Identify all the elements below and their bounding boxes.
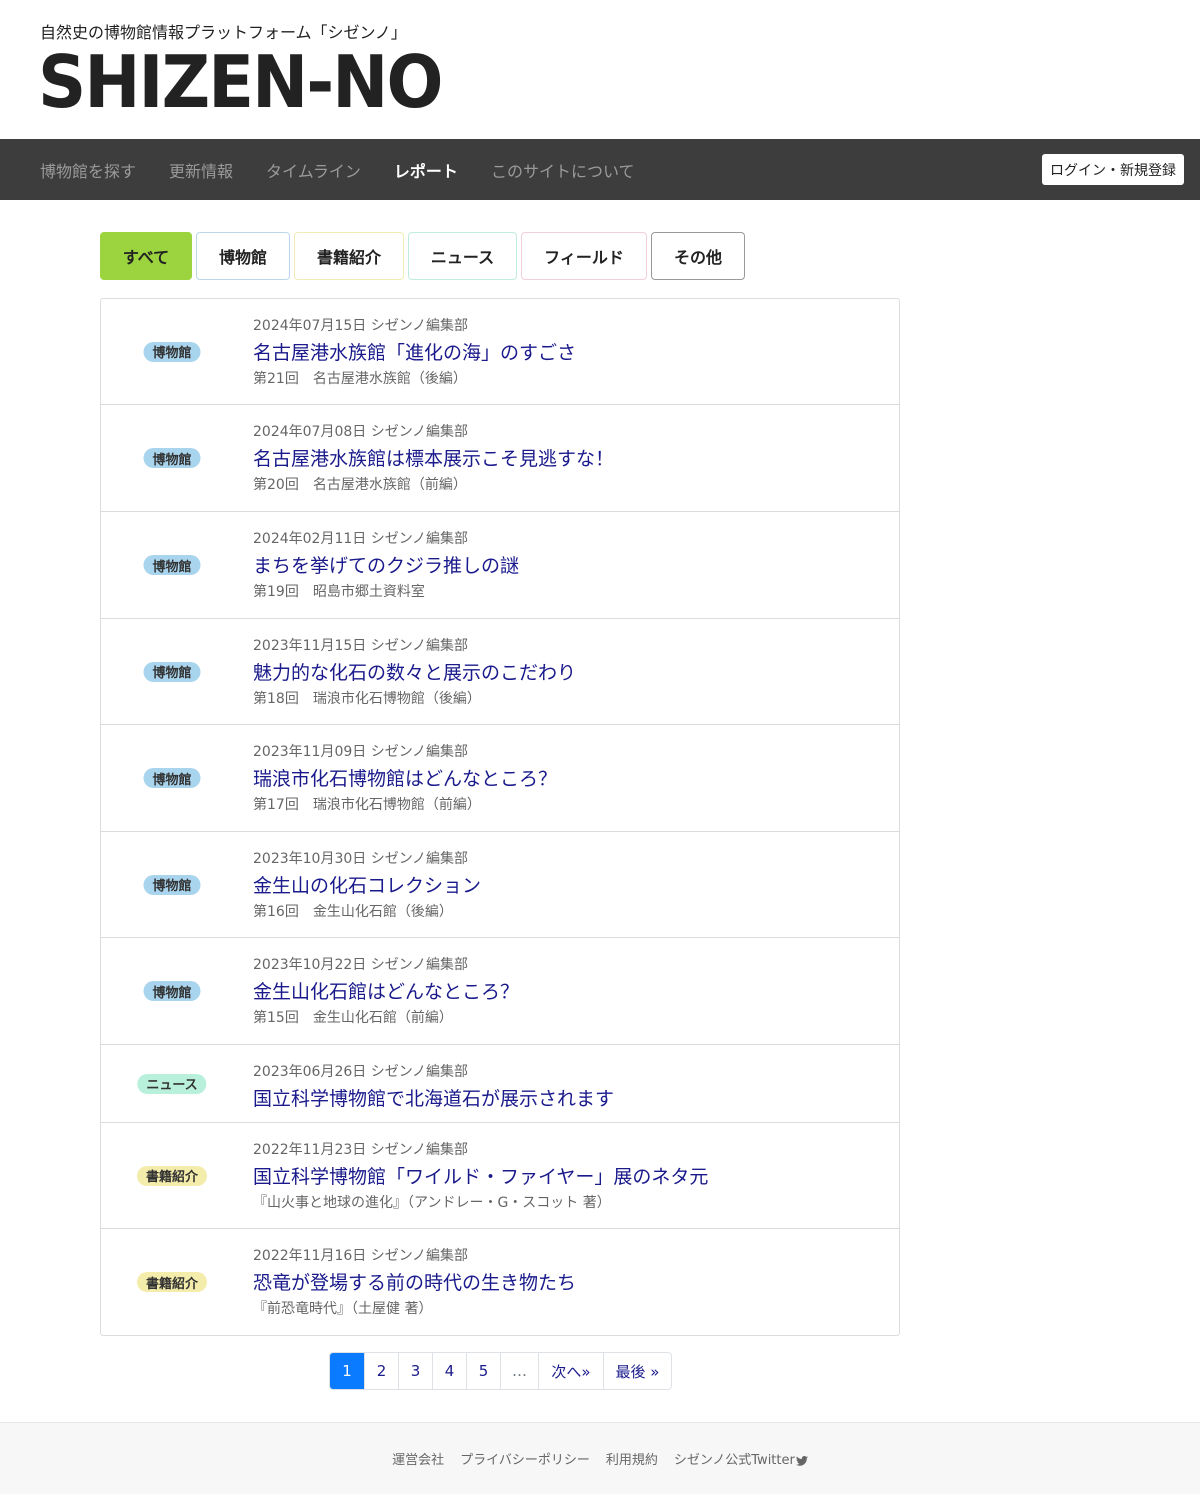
report-item-body: 2023年11月15日 シゼンノ編集部魅力的な化石の数々と展示のこだわり第18回… (253, 634, 576, 710)
report-subtitle: 第16回 金生山化石館（後編） (253, 904, 453, 920)
report-title-link[interactable]: 金生山の化石コレクション (253, 871, 481, 901)
report-list: 博物館 2024年07月15日 シゼンノ編集部名古屋港水族館「進化の海」のすごさ第… (100, 298, 900, 1336)
report-title-link[interactable]: 恐竜が登場する前の時代の生き物たち (253, 1268, 576, 1298)
report-meta: 2024年02月11日 シゼンノ編集部 (253, 531, 469, 547)
twitter-bird-icon (795, 1455, 808, 1466)
report-item[interactable]: 書籍紹介 2022年11月16日 シゼンノ編集部恐竜が登場する前の時代の生き物たち… (101, 1229, 899, 1335)
report-meta: 2022年11月23日 シゼンノ編集部 (253, 1142, 469, 1158)
report-item[interactable]: 博物館 2023年11月15日 シゼンノ編集部魅力的な化石の数々と展示のこだわり第… (101, 619, 899, 725)
report-subtitle: 第15回 金生山化石館（前編） (253, 1010, 453, 1026)
report-subtitle: 『山火事と地球の進化』（アンドレー・G・スコット 著） (253, 1195, 611, 1211)
footer-link-label: シゼンノ公式Twitter (673, 1453, 795, 1468)
report-subtitle: 第19回 昭島市郷土資料室 (253, 584, 425, 600)
report-subtitle: 第18回 瑞浪市化石博物館（後編） (253, 691, 481, 707)
nav-item[interactable]: レポート (394, 158, 458, 182)
report-item-body: 2024年07月15日 シゼンノ編集部名古屋港水族館「進化の海」のすごさ第21回… (253, 314, 576, 390)
report-item-body: 2023年06月26日 シゼンノ編集部国立科学博物館で北海道石が展示されます (253, 1060, 614, 1114)
report-meta: 2022年11月16日 シゼンノ編集部 (253, 1248, 469, 1264)
page-ellipsis: … (500, 1353, 538, 1389)
report-title-link[interactable]: 金生山化石館はどんなところ？ (253, 977, 519, 1007)
report-item-body: 2023年11月09日 シゼンノ編集部瑞浪市化石博物館はどんなところ？ 第17回 … (253, 740, 557, 816)
page-link[interactable]: 1 (330, 1353, 364, 1389)
category-filter-bar: すべて 博物館 書籍紹介 ニュース フィールド その他 (100, 232, 749, 280)
pagination: 1 2 3 4 5… 次へ» 最後 » (329, 1352, 672, 1390)
report-subtitle: 第20回 名古屋港水族館（前編） (253, 477, 467, 493)
report-meta: 2023年06月26日 シゼンノ編集部 (253, 1064, 469, 1080)
main-navbar: 博物館を探す 更新情報 タイムライン レポート このサイトについて ログイン・新規登録 (0, 139, 1200, 200)
page-link[interactable]: 5 (466, 1353, 500, 1389)
site-logo[interactable]: SHIZEN-NO (38, 46, 443, 118)
nav-item[interactable]: 更新情報 (169, 158, 233, 182)
page-link[interactable]: 3 (398, 1353, 432, 1389)
login-register-button[interactable]: ログイン・新規登録 (1042, 154, 1184, 185)
report-item[interactable]: 博物館 2023年10月30日 シゼンノ編集部金生山の化石コレクション第16回 金… (101, 832, 899, 938)
footer-link-label: プライバシーポリシー (460, 1453, 590, 1468)
report-item-body: 2023年10月30日 シゼンノ編集部金生山の化石コレクション第16回 金生山化… (253, 847, 481, 923)
nav-item[interactable]: 博物館を探す (40, 158, 136, 182)
report-meta: 2023年11月09日 シゼンノ編集部 (253, 744, 469, 760)
filter-button[interactable]: すべて (100, 232, 192, 280)
category-badge: 博物館 (143, 555, 201, 575)
category-badge: 博物館 (143, 661, 201, 682)
report-title-link[interactable]: 魅力的な化石の数々と展示のこだわり (253, 658, 576, 688)
report-meta: 2024年07月15日 シゼンノ編集部 (253, 318, 469, 334)
category-badge: 書籍紹介 (136, 1165, 208, 1186)
report-title-link[interactable]: 名古屋港水族館「進化の海」のすごさ (253, 338, 576, 368)
category-badge: 博物館 (143, 768, 201, 788)
report-item[interactable]: 博物館 2024年07月15日 シゼンノ編集部名古屋港水族館「進化の海」のすごさ第… (101, 299, 899, 405)
report-meta: 2024年07月08日 シゼンノ編集部 (253, 424, 469, 440)
report-item-body: 2022年11月16日 シゼンノ編集部恐竜が登場する前の時代の生き物たち『前恐竜… (253, 1244, 576, 1320)
filter-button[interactable]: 博物館 (196, 232, 290, 280)
footer-link[interactable]: プライバシーポリシー (460, 1449, 590, 1468)
report-title-link[interactable]: 国立科学博物館で北海道石が展示されます (253, 1084, 614, 1114)
report-item-body: 2023年10月22日 シゼンノ編集部金生山化石館はどんなところ？ 第15回 金生… (253, 953, 519, 1029)
report-item[interactable]: 博物館 2024年07月08日 シゼンノ編集部名古屋港水族館は標本展示こそ見逃すな… (101, 405, 899, 512)
category-badge: ニュース (137, 1073, 207, 1094)
report-subtitle: 『前恐竜時代』（土屋健 著） (253, 1301, 433, 1317)
last-page-link[interactable]: 最後 » (603, 1353, 671, 1389)
report-meta: 2023年10月30日 シゼンノ編集部 (253, 851, 469, 867)
report-item-body: 2024年02月11日 シゼンノ編集部まちを挙げてのクジラ推しの謎第19回 昭島… (253, 527, 519, 603)
nav-item[interactable]: このサイトについて (491, 158, 635, 182)
category-badge: 博物館 (143, 981, 201, 1001)
category-badge: 博物館 (143, 874, 201, 895)
category-badge: 書籍紹介 (136, 1272, 208, 1292)
report-title-link[interactable]: 瑞浪市化石博物館はどんなところ？ (253, 764, 557, 794)
filter-button[interactable]: フィールド (521, 232, 647, 280)
next-page-link[interactable]: 次へ» (538, 1353, 603, 1389)
page-link[interactable]: 4 (432, 1353, 466, 1389)
report-title-link[interactable]: まちを挙げてのクジラ推しの謎 (253, 551, 519, 581)
site-header: 自然史の博物館情報プラットフォーム「シゼンノ」 SHIZEN-NO (0, 0, 1200, 139)
report-item[interactable]: ニュース 2023年06月26日 シゼンノ編集部国立科学博物館で北海道石が展示され… (101, 1045, 899, 1123)
report-item-body: 2024年07月08日 シゼンノ編集部名古屋港水族館は標本展示こそ見逃すな！ 第2… (253, 420, 614, 496)
footer-link[interactable]: 運営会社 (392, 1449, 444, 1468)
nav-menu: 博物館を探す 更新情報 タイムライン レポート このサイトについて (40, 139, 667, 200)
filter-button[interactable]: その他 (651, 232, 745, 280)
report-item[interactable]: 博物館 2024年02月11日 シゼンノ編集部まちを挙げてのクジラ推しの謎第19回… (101, 512, 899, 619)
report-subtitle: 第17回 瑞浪市化石博物館（前編） (253, 797, 481, 813)
report-item[interactable]: 博物館 2023年11月09日 シゼンノ編集部瑞浪市化石博物館はどんなところ？ 第1… (101, 725, 899, 832)
footer-link[interactable]: 利用規約 (606, 1449, 658, 1468)
report-meta: 2023年10月22日 シゼンノ編集部 (253, 957, 469, 973)
filter-button[interactable]: ニュース (408, 232, 517, 280)
category-badge: 博物館 (143, 448, 201, 468)
report-subtitle: 第21回 名古屋港水族館（後編） (253, 371, 467, 387)
footer-link[interactable]: シゼンノ公式Twitter (674, 1449, 808, 1468)
report-item[interactable]: 書籍紹介 2022年11月23日 シゼンノ編集部国立科学博物館「ワイルド・ファイヤ… (101, 1123, 899, 1229)
category-badge: 博物館 (143, 341, 201, 362)
footer-link-label: 運営会社 (392, 1453, 445, 1468)
filter-button[interactable]: 書籍紹介 (294, 232, 404, 280)
nav-item[interactable]: タイムライン (266, 158, 361, 182)
report-item[interactable]: 博物館 2023年10月22日 シゼンノ編集部金生山化石館はどんなところ？ 第15回… (101, 938, 899, 1045)
footer-link-label: 利用規約 (605, 1453, 658, 1468)
report-title-link[interactable]: 国立科学博物館「ワイルド・ファイヤー」展のネタ元 (253, 1162, 708, 1192)
report-title-link[interactable]: 名古屋港水族館は標本展示こそ見逃すな！ (253, 444, 614, 474)
report-meta: 2023年11月15日 シゼンノ編集部 (253, 638, 469, 654)
site-footer: 運営会社 プライバシーポリシー 利用規約 シゼンノ公式Twitter (0, 1422, 1200, 1494)
page-link[interactable]: 2 (364, 1353, 398, 1389)
report-item-body: 2022年11月23日 シゼンノ編集部国立科学博物館「ワイルド・ファイヤー」展の… (253, 1138, 708, 1214)
